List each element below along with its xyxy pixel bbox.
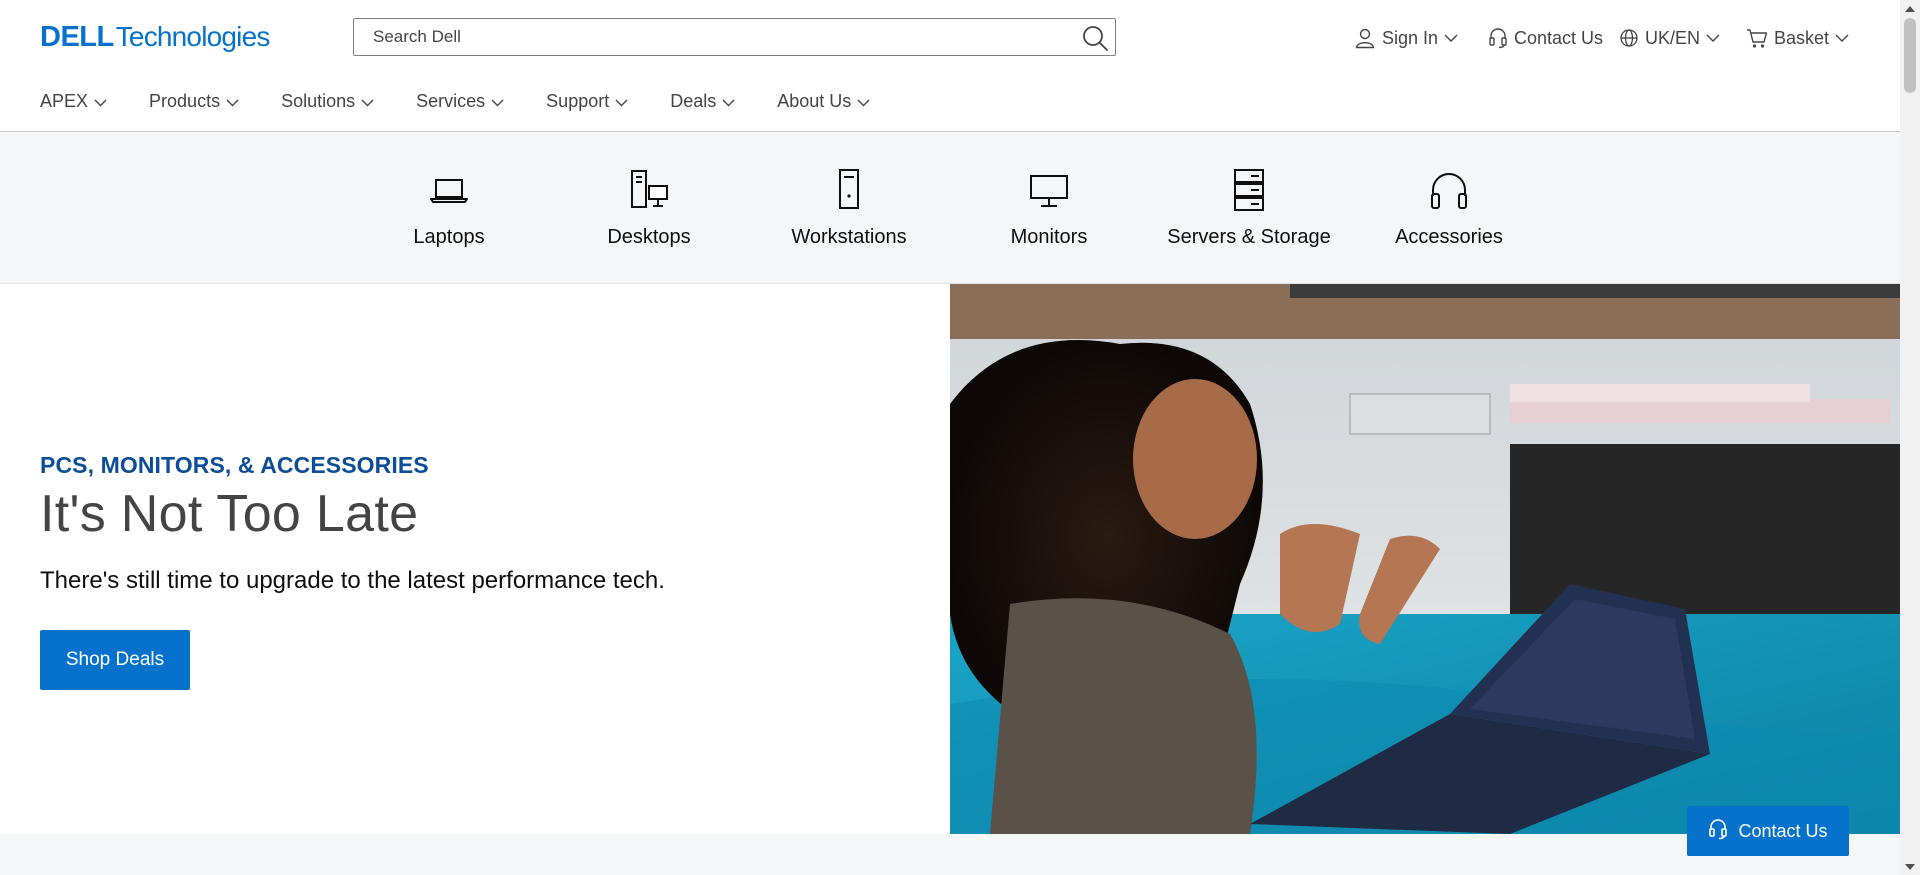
category-workstations[interactable]: Workstations	[749, 132, 949, 283]
category-label: Desktops	[607, 226, 691, 248]
logo-part-dell: DELL	[40, 21, 114, 53]
category-label: Laptops	[413, 226, 485, 248]
basket-label: Basket	[1774, 27, 1830, 48]
tower-icon	[827, 168, 871, 212]
category-servers-storage[interactable]: Servers & Storage	[1149, 132, 1349, 283]
dell-technologies-logo[interactable]: DELL Technologies	[40, 21, 270, 53]
locale-label: UK/EN	[1645, 27, 1701, 48]
nav-item-products[interactable]: Products	[149, 91, 239, 112]
chevron-down-icon	[94, 91, 107, 112]
chevron-down-icon	[226, 91, 239, 112]
category-monitors[interactable]: Monitors	[949, 132, 1149, 283]
contact-us-link[interactable]: Contact Us	[1488, 25, 1603, 51]
nav-item-label: Products	[149, 90, 221, 111]
nav-item-label: About Us	[777, 90, 852, 111]
headset-icon	[1708, 818, 1728, 845]
page: DELL Technologies Sign In Contact Us	[0, 0, 1900, 875]
site-header: DELL Technologies Sign In Contact Us	[0, 0, 1900, 132]
laptop-icon	[427, 168, 471, 212]
hero-subheading: There's still time to upgrade to the lat…	[40, 567, 665, 594]
chevron-down-icon	[1706, 34, 1720, 43]
floating-contact-button[interactable]: Contact Us	[1687, 806, 1849, 856]
hero-headline: It's Not Too Late	[40, 485, 419, 543]
chevron-down-icon	[361, 91, 374, 112]
nav-item-apex[interactable]: APEX	[40, 91, 107, 112]
nav-item-label: Solutions	[281, 90, 356, 111]
chevron-down-icon	[857, 91, 870, 112]
category-laptops[interactable]: Laptops	[349, 132, 549, 283]
chevron-down-icon	[615, 91, 628, 112]
next-section-band	[0, 834, 1900, 875]
sign-in-label: Sign In	[1382, 27, 1439, 48]
sign-in-menu[interactable]: Sign In	[1354, 25, 1458, 51]
search-box	[353, 18, 1116, 56]
scroll-thumb[interactable]	[1904, 18, 1916, 93]
monitor-icon	[1027, 168, 1071, 212]
chevron-down-icon	[491, 91, 504, 112]
contact-us-label: Contact Us	[1514, 27, 1604, 48]
cart-icon	[1746, 27, 1768, 49]
nav-item-about-us[interactable]: About Us	[777, 91, 870, 112]
page-scrollbar[interactable]	[1900, 0, 1920, 875]
category-label: Accessories	[1395, 226, 1503, 248]
basket-menu[interactable]: Basket	[1746, 25, 1849, 51]
nav-item-label: Support	[546, 90, 610, 111]
headphones-icon	[1427, 168, 1471, 212]
nav-item-label: APEX	[40, 90, 89, 111]
shop-deals-button[interactable]: Shop Deals	[40, 630, 190, 690]
user-icon	[1354, 27, 1376, 49]
chevron-down-icon	[1835, 34, 1849, 43]
server-icon	[1227, 168, 1271, 212]
chevron-down-icon	[1444, 34, 1458, 43]
category-label: Workstations	[791, 226, 907, 248]
floating-contact-label: Contact Us	[1738, 820, 1828, 841]
hero-eyebrow: PCS, MONITORS, & ACCESSORIES	[40, 452, 429, 478]
category-accessories[interactable]: Accessories	[1349, 132, 1549, 283]
search-icon[interactable]	[1081, 24, 1109, 52]
category-label: Servers & Storage	[1167, 226, 1331, 248]
logo-part-technologies: Technologies	[115, 21, 271, 52]
search-input[interactable]	[354, 19, 1073, 55]
globe-icon	[1619, 28, 1639, 48]
nav-item-services[interactable]: Services	[416, 91, 504, 112]
nav-item-deals[interactable]: Deals	[670, 91, 735, 112]
category-desktops[interactable]: Desktops	[549, 132, 749, 283]
locale-menu[interactable]: UK/EN	[1619, 25, 1720, 51]
main-nav: APEX Products Solutions Services Support…	[40, 88, 912, 114]
desktop-icon	[627, 168, 671, 212]
headset-icon	[1488, 27, 1508, 49]
category-band: Laptops Desktops Workstations Monitors S…	[0, 132, 1900, 284]
nav-item-support[interactable]: Support	[546, 91, 628, 112]
nav-item-label: Services	[416, 90, 486, 111]
scroll-up-arrow-icon[interactable]	[1900, 0, 1920, 17]
hero-text-panel: PCS, MONITORS, & ACCESSORIES It's Not To…	[0, 284, 950, 834]
nav-item-solutions[interactable]: Solutions	[281, 91, 374, 112]
chevron-down-icon	[722, 91, 735, 112]
nav-item-label: Deals	[670, 90, 717, 111]
scroll-down-arrow-icon[interactable]	[1900, 858, 1920, 875]
hero-image	[950, 284, 1900, 834]
category-label: Monitors	[1010, 226, 1088, 248]
